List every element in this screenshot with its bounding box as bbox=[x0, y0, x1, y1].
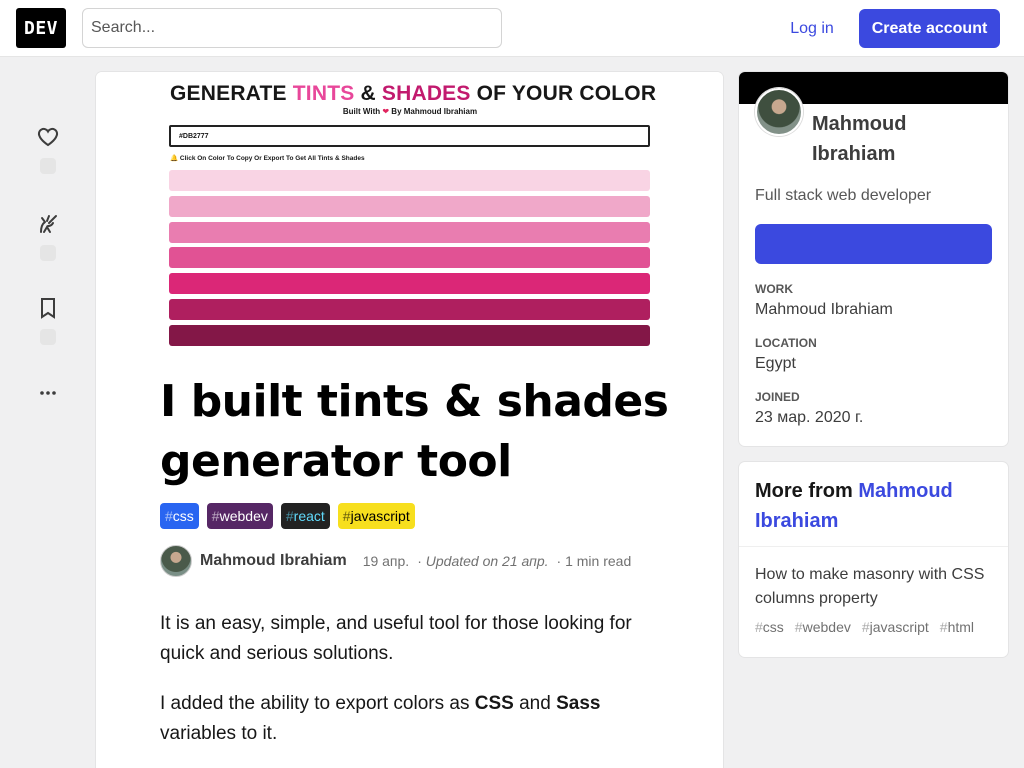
author-avatar[interactable] bbox=[160, 545, 192, 577]
work-label: Work bbox=[755, 282, 793, 296]
tag-css[interactable]: # css bbox=[160, 503, 199, 529]
bookmark-icon bbox=[41, 298, 55, 319]
color-swatch bbox=[169, 299, 650, 320]
more-from-heading: More from Mahmoud Ibrahiam bbox=[739, 462, 1008, 547]
author-name[interactable]: Mahmoud Ibrahiam bbox=[200, 552, 347, 570]
tag-webdev[interactable]: # webdev bbox=[206, 503, 273, 529]
profile-bio: Full stack web developer bbox=[755, 187, 932, 204]
more-tag-javascript[interactable]: #javascript bbox=[862, 619, 929, 635]
location-value: Egypt bbox=[755, 355, 796, 372]
cover-subtitle: Built With ❤ By Mahmoud Ibrahiam bbox=[342, 107, 478, 116]
color-swatch bbox=[169, 247, 650, 269]
login-button[interactable]: Log in bbox=[774, 9, 850, 49]
read-time: · 1 min read bbox=[556, 553, 632, 569]
more-tag-webdev[interactable]: #webdev bbox=[795, 619, 851, 635]
cover-title: GENERATE TINTS & SHADES OF YOUR COLOR bbox=[170, 82, 657, 105]
color-swatch bbox=[169, 273, 650, 295]
more-from-tag-list: #css #webdev #javascript #html bbox=[755, 619, 974, 635]
color-swatch bbox=[169, 170, 650, 191]
dev-logo[interactable]: DEV bbox=[16, 8, 66, 48]
color-swatch bbox=[169, 195, 650, 217]
joined-label: Joined bbox=[755, 390, 800, 404]
color-swatch bbox=[169, 324, 650, 346]
search-input[interactable] bbox=[82, 8, 502, 48]
cover-image: GENERATE TINTS & SHADES OF YOUR COLOR Bu… bbox=[96, 72, 723, 346]
bookmark-count bbox=[40, 329, 56, 345]
article-paragraph-1: It is an easy, simple, and useful tool f… bbox=[160, 613, 632, 664]
bell-icon: 🔔 bbox=[170, 155, 179, 162]
top-header: DEV Log in Create account bbox=[0, 0, 1024, 57]
more-from-card: More from Mahmoud Ibrahiam How to make m… bbox=[739, 462, 1008, 657]
updated-date: · Updated on 21 апр. bbox=[417, 553, 549, 569]
article-title: I built tints & shades generator tool bbox=[160, 376, 669, 487]
color-swatch bbox=[169, 221, 650, 243]
tag-list: # css # webdev # react # javascript bbox=[160, 503, 415, 529]
author-profile-card: Mahmoud Ibrahiam Full stack web develope… bbox=[739, 72, 1008, 446]
more-tag-html[interactable]: #html bbox=[940, 619, 974, 635]
profile-name[interactable]: Mahmoud Ibrahiam bbox=[812, 109, 972, 169]
work-value: Mahmoud Ibrahiam bbox=[755, 301, 893, 318]
tag-react[interactable]: # react bbox=[280, 503, 330, 529]
more-tag-css[interactable]: #css bbox=[755, 619, 784, 635]
heart-icon bbox=[37, 127, 59, 147]
byline: Mahmoud Ibrahiam 19 апр. · Updated on 21… bbox=[160, 545, 631, 577]
unicorn-icon bbox=[40, 215, 57, 233]
create-account-button[interactable]: Create account bbox=[859, 9, 1000, 48]
cover-hint: 🔔 Click On Color To Copy Or Export To Ge… bbox=[170, 155, 365, 162]
more-horizontal-icon bbox=[40, 391, 56, 395]
follow-button[interactable] bbox=[755, 224, 992, 264]
reaction-heart[interactable] bbox=[28, 125, 68, 174]
more-from-post-title[interactable]: How to make masonry with CSS columns pro… bbox=[755, 563, 995, 611]
publish-date: 19 апр. bbox=[362, 553, 410, 569]
reaction-unicorn[interactable] bbox=[28, 212, 68, 261]
heart-count bbox=[40, 158, 56, 174]
unicorn-count bbox=[40, 245, 56, 261]
cover-color-input: #DB2777 bbox=[169, 125, 650, 147]
article-paragraph-2: I added the ability to export colors as … bbox=[160, 693, 601, 744]
article-card: GENERATE TINTS & SHADES OF YOUR COLOR Bu… bbox=[96, 72, 723, 768]
tag-javascript[interactable]: # javascript bbox=[337, 503, 415, 529]
profile-avatar[interactable] bbox=[755, 88, 803, 136]
more-options[interactable] bbox=[28, 381, 68, 405]
reaction-bookmark[interactable] bbox=[28, 296, 68, 345]
joined-value: 23 мар. 2020 г. bbox=[755, 409, 864, 426]
location-label: Location bbox=[755, 336, 817, 350]
